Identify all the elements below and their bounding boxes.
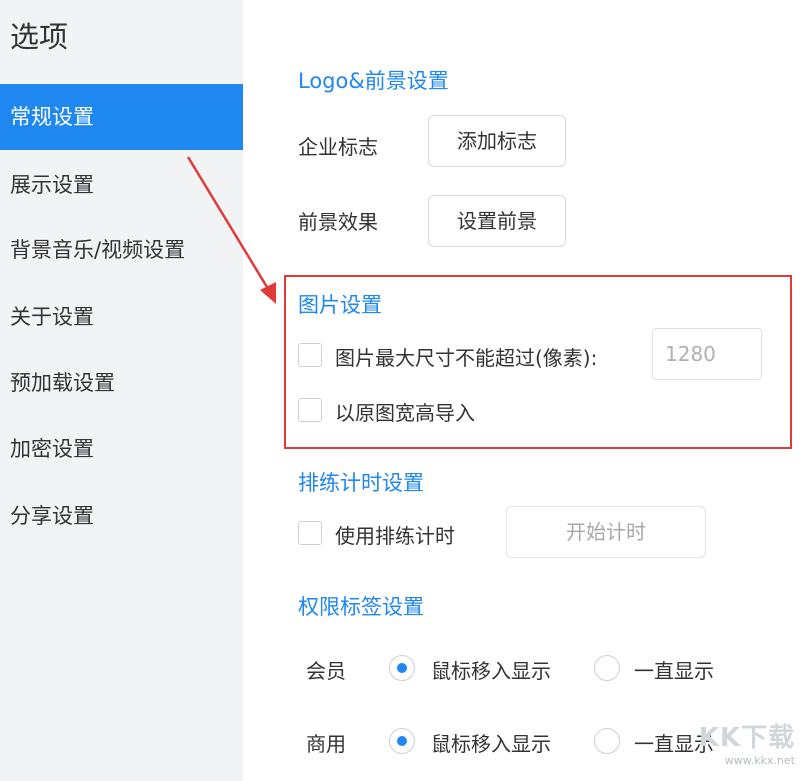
annotation-arrow-icon	[186, 156, 276, 304]
watermark-url: www.kkx.net	[724, 754, 795, 767]
watermark-logo: KK下载	[698, 723, 795, 753]
watermark: KK下载 www.kkx.net	[695, 717, 795, 775]
